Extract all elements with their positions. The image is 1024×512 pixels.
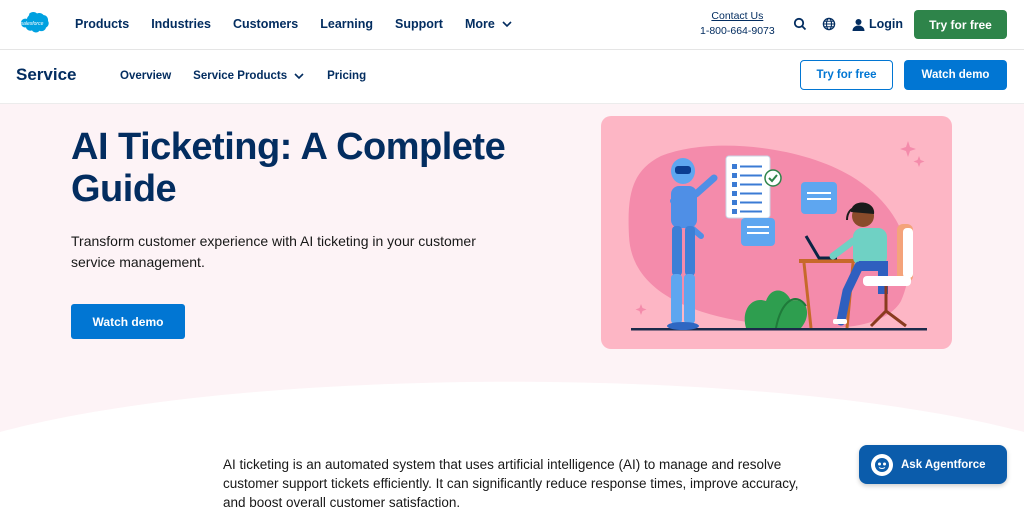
search-icon[interactable]	[793, 17, 807, 31]
ask-agentforce-button[interactable]: Ask Agentforce	[859, 445, 1007, 484]
contact-block: Contact Us 1-800-664-9073	[700, 10, 775, 37]
try-for-free-button[interactable]: Try for free	[914, 10, 1007, 39]
chevron-down-icon	[294, 73, 304, 80]
nav-learning[interactable]: Learning	[320, 17, 373, 31]
subnav-service-products[interactable]: Service Products	[193, 70, 305, 82]
subnav-overview[interactable]: Overview	[120, 70, 171, 82]
nav-support[interactable]: Support	[395, 17, 443, 31]
service-subnav: Service Overview Service Products Pricin…	[0, 50, 1024, 104]
subnav-try-for-free-button[interactable]: Try for free	[800, 60, 893, 90]
ask-agentforce-label: Ask Agentforce	[901, 458, 986, 471]
subnav-pricing[interactable]: Pricing	[327, 70, 366, 82]
hero-illustration	[601, 116, 952, 349]
chevron-down-icon	[502, 21, 512, 28]
page-title: AI Ticketing: A Complete Guide	[71, 126, 506, 210]
nav-products[interactable]: Products	[75, 17, 129, 31]
svg-text:salesforce: salesforce	[21, 21, 44, 27]
phone-number[interactable]: 1-800-664-9073	[700, 25, 775, 37]
nav-industries[interactable]: Industries	[151, 17, 211, 31]
nav-customers[interactable]: Customers	[233, 17, 298, 31]
hero-subtitle: Transform customer experience with AI ti…	[71, 233, 476, 270]
intro-paragraph: AI ticketing is an automated system that…	[223, 457, 799, 510]
login-label: Login	[869, 17, 904, 31]
top-navigation: salesforce Products Industries Customers…	[0, 0, 1024, 50]
hero-watch-demo-button[interactable]: Watch demo	[71, 304, 185, 339]
salesforce-logo[interactable]: salesforce	[15, 11, 49, 35]
login-button[interactable]: Login	[852, 17, 903, 31]
subnav-title[interactable]: Service	[16, 65, 77, 85]
user-icon	[852, 18, 865, 31]
subnav-service-products-label: Service Products	[193, 70, 288, 82]
agentforce-avatar-icon	[871, 453, 893, 476]
contact-us-link[interactable]: Contact Us	[700, 10, 775, 22]
ai-ticketing-illustration	[628, 141, 927, 331]
globe-icon[interactable]	[822, 17, 836, 31]
nav-more[interactable]: More	[465, 17, 513, 31]
nav-more-label: More	[464, 17, 495, 31]
subnav-watch-demo-button[interactable]: Watch demo	[904, 60, 1007, 90]
